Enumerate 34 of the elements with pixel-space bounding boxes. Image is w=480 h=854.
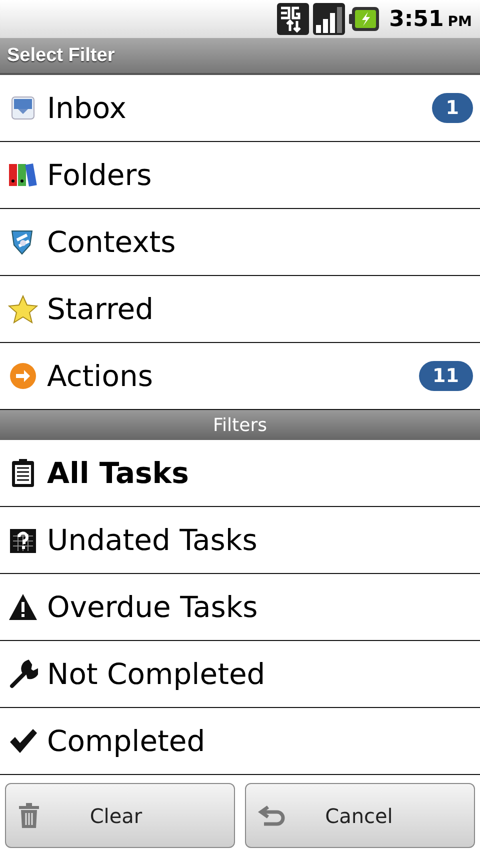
back-arrow-icon <box>258 804 286 826</box>
section-title: Filters <box>213 414 267 436</box>
filter-list-item[interactable]: Undated Tasks <box>0 507 480 574</box>
star-icon <box>7 293 39 325</box>
wrench-icon <box>7 658 39 690</box>
clock-time: 3:51 <box>389 6 444 32</box>
filter-label: Undated Tasks <box>47 523 258 557</box>
filter-label: Starred <box>47 292 154 326</box>
filter-label: Overdue Tasks <box>47 590 258 624</box>
filter-list-item[interactable]: All Tasks <box>0 440 480 507</box>
filter-list-item[interactable]: Starred <box>0 276 480 343</box>
dialog-button[interactable]: Cancel <box>245 783 475 848</box>
filter-list-item[interactable]: Folders <box>0 142 480 209</box>
filter-label: Not Completed <box>47 657 266 691</box>
battery-charging-icon <box>349 7 380 31</box>
dialog-button[interactable]: Clear <box>5 783 235 848</box>
signal-icon <box>313 3 346 35</box>
filter-label: Folders <box>47 158 152 192</box>
filter-list-item[interactable]: Not Completed <box>0 641 480 708</box>
filter-label: All Tasks <box>47 456 189 490</box>
filter-list-item[interactable]: Contexts <box>0 209 480 276</box>
clock-meridiem: PM <box>448 14 472 30</box>
network-3g-icon <box>277 3 310 35</box>
dialog-title: Select Filter <box>7 44 115 66</box>
arrow-circle-icon <box>7 360 39 392</box>
filter-label: Completed <box>47 724 206 758</box>
count-badge: 1 <box>432 93 473 123</box>
filter-list-item[interactable]: Overdue Tasks <box>0 574 480 641</box>
trash-icon <box>18 802 40 828</box>
filter-list-item[interactable]: Inbox 1 <box>0 75 480 142</box>
count-badge: 11 <box>418 361 473 391</box>
filter-label: Contexts <box>47 225 176 259</box>
filter-label: Actions <box>47 359 153 393</box>
filter-label: Inbox <box>47 91 126 125</box>
